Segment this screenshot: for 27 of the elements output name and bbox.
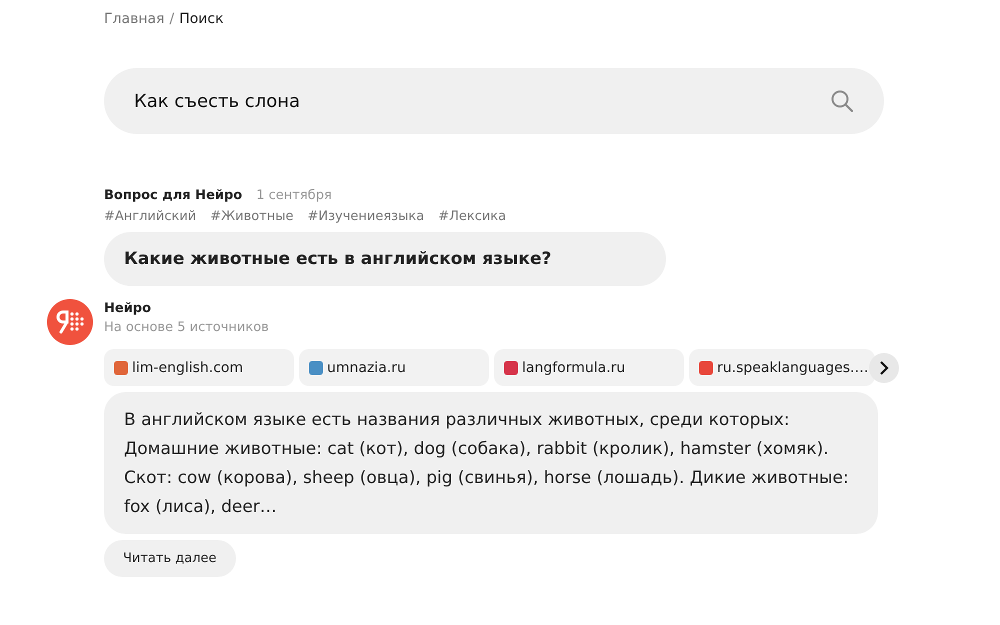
assistant-name: Нейро (104, 301, 152, 316)
question-date: 1 сентября (256, 188, 332, 203)
search-icon[interactable] (830, 89, 854, 113)
read-more-button[interactable]: Читать далее (104, 540, 236, 577)
sources-count: На основе 5 источников (104, 320, 269, 335)
breadcrumb-link[interactable]: Главная (104, 11, 164, 27)
question-author: Вопрос для Нейро (104, 188, 242, 203)
source-chip[interactable]: ru.speaklanguages.… (689, 349, 875, 386)
source-chip[interactable]: langformula.ru (494, 349, 684, 386)
assistant-avatar-icon (47, 299, 93, 345)
chevron-right-icon (878, 360, 890, 374)
search-field[interactable]: Как съесть слона (104, 68, 884, 134)
hashtag-link[interactable]: #Животные (210, 209, 294, 224)
question-bubble: Какие животные есть в английском языке? (104, 232, 666, 286)
breadcrumb-current: Поиск (179, 11, 224, 27)
source-label: ru.speaklanguages.… (717, 360, 868, 376)
source-chip[interactable]: umnazia.ru (299, 349, 489, 386)
source-label: lim-english.com (132, 360, 244, 376)
breadcrumb-separator: / (168, 11, 176, 27)
source-label: langformula.ru (522, 360, 626, 376)
source-label: umnazia.ru (327, 360, 406, 376)
answer-bubble: В английском языке есть названия различных животных, среди которых: Домашние животные: cat (кот), dog (собака), rabbit (кролик), hamster (хомяк). Скот: cow (корова), sheep (овца), pig (свинья), horse (лошадь). Дикие животные: fox (лиса), deer… (104, 392, 878, 534)
source-chip[interactable]: lim-english.com (104, 349, 294, 386)
hashtag-link[interactable]: #Изучениеязыка (308, 209, 424, 224)
next-button[interactable] (869, 352, 899, 382)
hashtag-link[interactable]: #Лексика (438, 209, 506, 224)
hashtag-link[interactable]: #Английский (104, 209, 196, 224)
